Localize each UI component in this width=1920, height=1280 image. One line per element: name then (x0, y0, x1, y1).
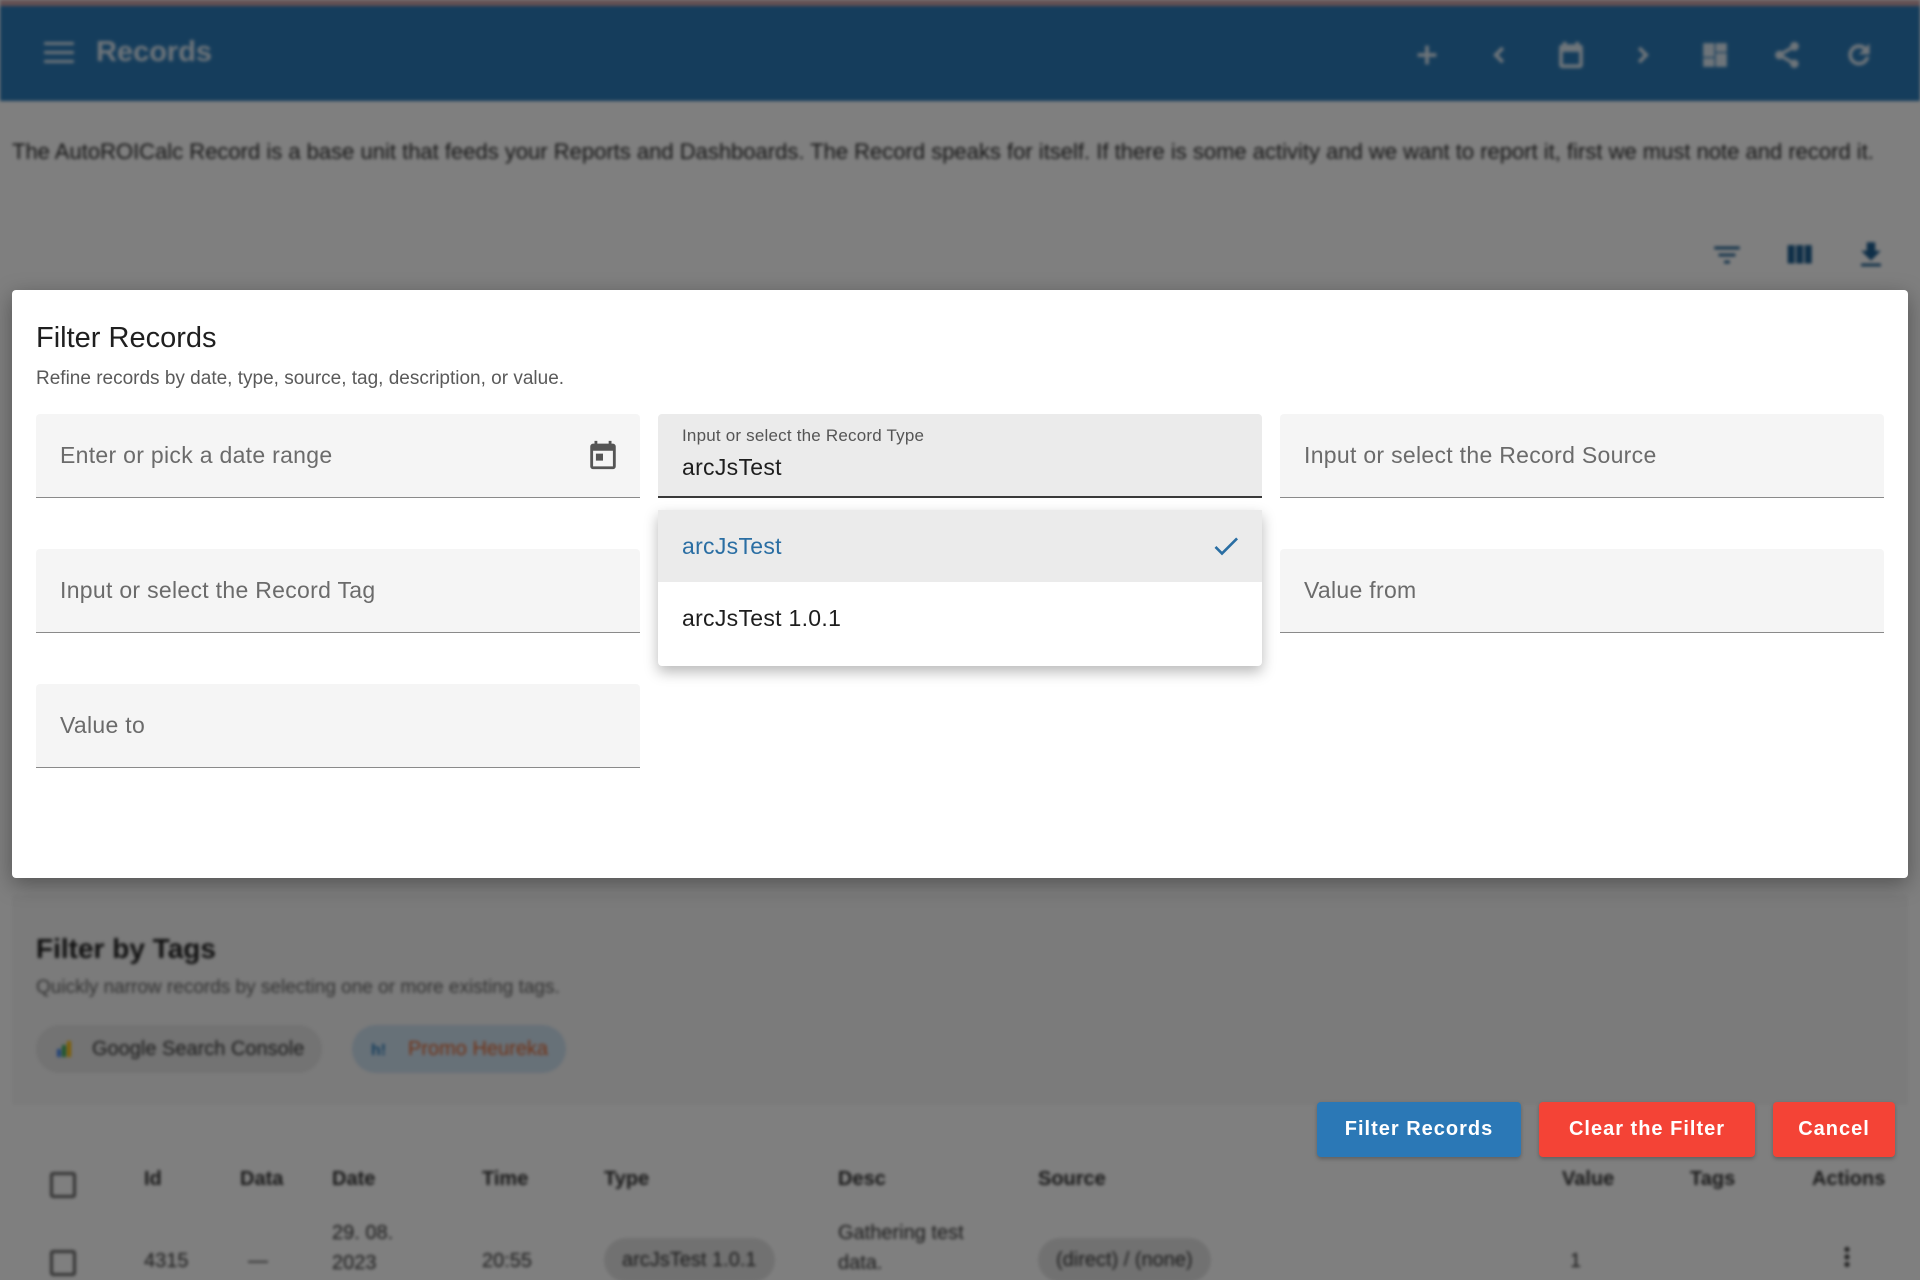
record-source-placeholder: Input or select the Record Source (1304, 442, 1657, 468)
dialog-title: Filter Records (36, 322, 217, 354)
record-type-field[interactable]: Input or select the Record Type arcJsTes… (658, 414, 1262, 498)
check-icon (1210, 530, 1242, 562)
option-label: arcJsTest (682, 532, 782, 559)
record-type-dropdown: arcJsTest arcJsTest 1.0.1 (658, 510, 1262, 666)
dropdown-option-arcjstest[interactable]: arcJsTest (658, 510, 1262, 582)
record-tag-field[interactable]: Input or select the Record Tag (36, 549, 640, 633)
cancel-button[interactable]: Cancel (1773, 1102, 1895, 1157)
value-from-field[interactable]: Value from (1280, 549, 1884, 633)
filter-records-button[interactable]: Filter Records (1317, 1102, 1521, 1157)
value-from-placeholder: Value from (1304, 577, 1417, 603)
calendar-icon[interactable] (586, 438, 620, 472)
date-range-placeholder: Enter or pick a date range (60, 442, 333, 468)
clear-filter-button[interactable]: Clear the Filter (1539, 1102, 1755, 1157)
dropdown-option-arcjstest-1-0-1[interactable]: arcJsTest 1.0.1 (658, 582, 1262, 654)
screen: Records The AutoROICalc Reco (0, 0, 1920, 1280)
dialog-subtitle: Refine records by date, type, source, ta… (36, 368, 565, 389)
date-range-field[interactable]: Enter or pick a date range (36, 414, 640, 498)
value-to-field[interactable]: Value to (36, 684, 640, 768)
record-type-value[interactable]: arcJsTest (682, 454, 782, 481)
value-to-placeholder: Value to (60, 712, 146, 738)
record-tag-placeholder: Input or select the Record Tag (60, 577, 376, 603)
record-source-field[interactable]: Input or select the Record Source (1280, 414, 1884, 498)
record-type-label: Input or select the Record Type (682, 426, 925, 445)
option-label: arcJsTest 1.0.1 (682, 604, 842, 631)
